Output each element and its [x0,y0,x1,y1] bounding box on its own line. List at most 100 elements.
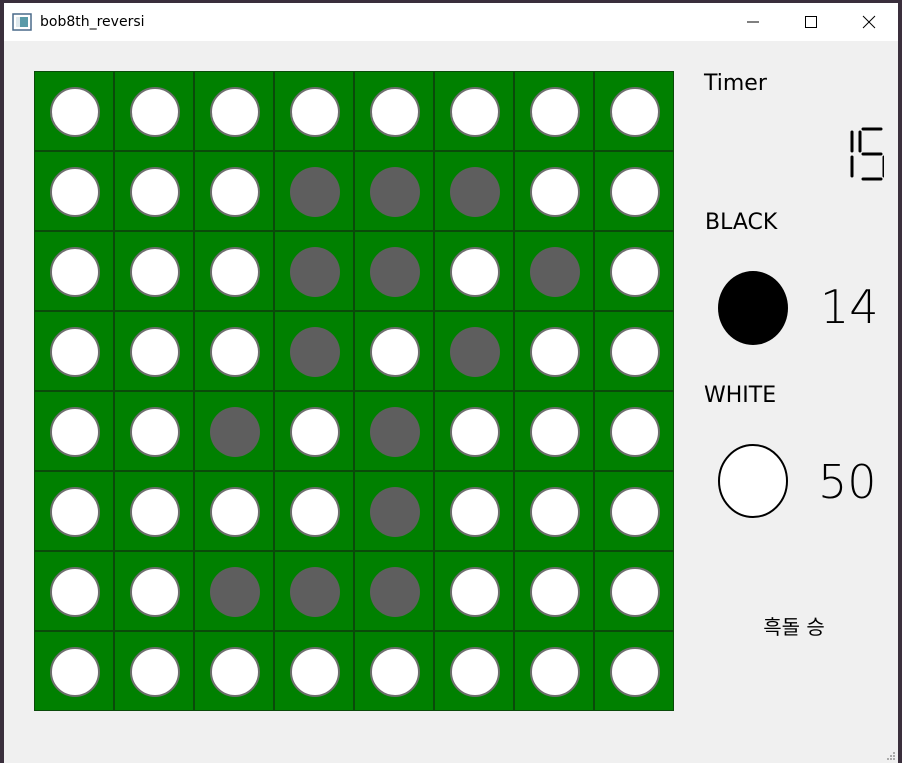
board-cell[interactable] [354,231,434,311]
board-cell[interactable] [434,391,514,471]
board-cell[interactable] [34,551,114,631]
board-cell[interactable] [114,391,194,471]
white-disc [290,407,340,457]
close-button[interactable] [840,3,898,41]
board-cell[interactable] [274,471,354,551]
board-cell[interactable] [514,231,594,311]
board-cell[interactable] [274,71,354,151]
reversi-board [34,71,674,711]
board-cell[interactable] [354,151,434,231]
white-disc [130,647,180,697]
board-cell[interactable] [114,231,194,311]
board-cell[interactable] [194,71,274,151]
white-disc [610,567,660,617]
board-cell[interactable] [514,151,594,231]
board-cell[interactable] [514,311,594,391]
board-cell[interactable] [274,551,354,631]
white-disc [450,487,500,537]
board-cell[interactable] [34,471,114,551]
black-disc [210,407,260,457]
board-cell[interactable] [194,471,274,551]
board-cell[interactable] [514,631,594,711]
board-cell[interactable] [514,71,594,151]
board-cell[interactable] [434,471,514,551]
board-cell[interactable] [594,391,674,471]
black-disc [370,407,420,457]
white-disc [530,487,580,537]
board-cell[interactable] [274,311,354,391]
white-disc [290,647,340,697]
board-cell[interactable] [354,631,434,711]
board-cell[interactable] [514,471,594,551]
board-cell[interactable] [354,551,434,631]
white-disc [210,487,260,537]
board-cell[interactable] [194,231,274,311]
board-cell[interactable] [594,151,674,231]
board-cell[interactable] [594,471,674,551]
black-disc [210,567,260,617]
board-cell[interactable] [114,631,194,711]
board-cell[interactable] [194,551,274,631]
board-cell[interactable] [354,471,434,551]
board-cell[interactable] [434,151,514,231]
white-disc [210,167,260,217]
result-text: 흑돌 승 [763,615,825,639]
board-cell[interactable] [434,231,514,311]
board-cell[interactable] [594,631,674,711]
board-cell[interactable] [34,311,114,391]
board-cell[interactable] [514,551,594,631]
black-disc [450,327,500,377]
white-disc [530,87,580,137]
board-cell[interactable] [434,71,514,151]
white-disc [50,167,100,217]
white-disc [130,247,180,297]
board-cell[interactable] [114,71,194,151]
board-cell[interactable] [34,151,114,231]
minimize-button[interactable] [724,3,782,41]
white-disc [610,87,660,137]
board-cell[interactable] [594,231,674,311]
board-cell[interactable] [594,71,674,151]
white-disc [610,647,660,697]
board-cell[interactable] [594,311,674,391]
white-disc [610,407,660,457]
resize-grip-icon[interactable] [886,751,896,761]
board-cell[interactable] [114,551,194,631]
white-disc [370,647,420,697]
board-cell[interactable] [514,391,594,471]
board-cell[interactable] [434,311,514,391]
white-disc [610,327,660,377]
black-disc [370,247,420,297]
board-cell[interactable] [114,151,194,231]
white-disc [530,567,580,617]
white-disc [530,407,580,457]
board-cell[interactable] [34,231,114,311]
black-disc [370,567,420,617]
board-cell[interactable] [114,471,194,551]
title-bar[interactable]: bob8th_reversi [4,3,898,41]
white-disc [530,167,580,217]
board-cell[interactable] [354,391,434,471]
board-cell[interactable] [274,231,354,311]
board-cell[interactable] [114,311,194,391]
close-icon [862,15,876,29]
board-cell[interactable] [354,71,434,151]
board-cell[interactable] [434,551,514,631]
board-cell[interactable] [434,631,514,711]
black-count: 14 [820,280,879,334]
board-cell[interactable] [354,311,434,391]
black-disc [370,167,420,217]
board-cell[interactable] [34,631,114,711]
board-cell[interactable] [194,311,274,391]
board-cell[interactable] [274,391,354,471]
board-cell[interactable] [34,71,114,151]
board-cell[interactable] [594,551,674,631]
board-cell[interactable] [274,151,354,231]
board-cell[interactable] [274,631,354,711]
board-cell[interactable] [194,631,274,711]
board-cell[interactable] [34,391,114,471]
board-cell[interactable] [194,151,274,231]
maximize-button[interactable] [782,3,840,41]
white-disc [290,87,340,137]
board-cell[interactable] [194,391,274,471]
